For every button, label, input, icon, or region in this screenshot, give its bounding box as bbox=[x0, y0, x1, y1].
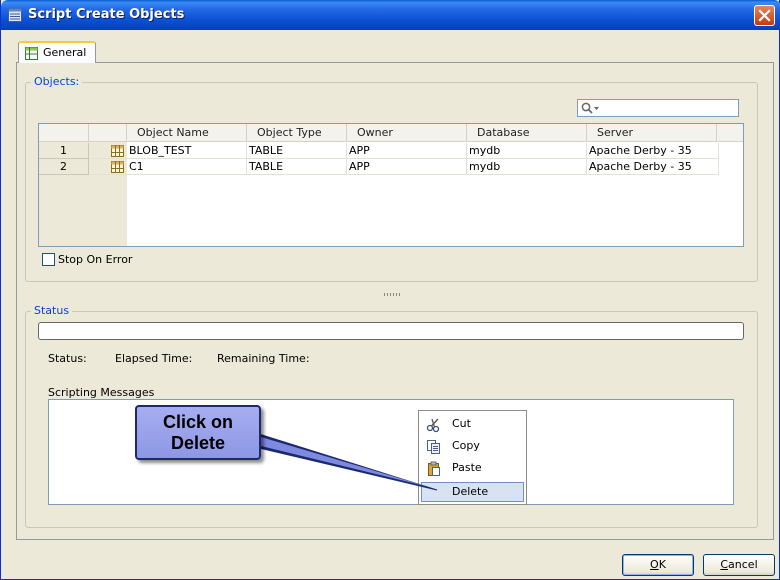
window-title: Script Create Objects bbox=[28, 7, 185, 22]
cell-object-type: TABLE bbox=[247, 159, 347, 175]
cell-server: Apache Derby - 35 bbox=[587, 143, 719, 159]
elapsed-time-label: Elapsed Time: bbox=[115, 352, 193, 365]
table-row[interactable]: 2 C1 TABLE APP mydb Apache Derby - 35 bbox=[39, 159, 743, 175]
menu-item-label: Paste bbox=[452, 461, 482, 474]
tab-general[interactable]: General bbox=[18, 41, 96, 63]
copy-icon bbox=[427, 440, 440, 454]
paste-icon bbox=[428, 461, 440, 476]
row-icon-cell bbox=[89, 143, 127, 159]
menu-item-label: Cut bbox=[452, 417, 471, 430]
cancel-label-suffix: ancel bbox=[728, 558, 758, 571]
objects-legend: Objects: bbox=[31, 75, 83, 88]
column-header-owner[interactable]: Owner bbox=[347, 124, 467, 142]
title-bar[interactable]: Script Create Objects bbox=[1, 0, 780, 30]
column-header-rownum bbox=[39, 124, 89, 142]
row-number: 1 bbox=[39, 143, 89, 159]
ok-label-suffix: K bbox=[658, 558, 666, 571]
table-icon bbox=[111, 145, 124, 157]
progress-bar bbox=[38, 322, 744, 340]
cancel-label-mnemonic: C bbox=[720, 558, 729, 571]
cell-database: mydb bbox=[467, 159, 587, 175]
cell-object-name: C1 bbox=[127, 159, 247, 175]
search-input[interactable] bbox=[577, 99, 739, 117]
status-label: Status: bbox=[48, 352, 87, 365]
cell-object-type: TABLE bbox=[247, 143, 347, 159]
menu-item-label: Copy bbox=[452, 439, 480, 452]
menu-item-delete[interactable]: Delete bbox=[421, 482, 524, 502]
table-row[interactable]: 1 BLOB_TEST TABLE APP mydb Apache Derby … bbox=[39, 143, 743, 159]
menu-item-label: Delete bbox=[452, 485, 489, 498]
cell-database: mydb bbox=[467, 143, 587, 159]
callout-box: Click on Delete bbox=[135, 405, 261, 460]
window-icon bbox=[8, 8, 22, 22]
cell-owner: APP bbox=[347, 143, 467, 159]
column-header-server[interactable]: Server bbox=[587, 124, 717, 142]
cell-owner: APP bbox=[347, 159, 467, 175]
stop-on-error-checkbox[interactable] bbox=[42, 253, 55, 266]
scripting-messages-label: Scripting Messages bbox=[48, 386, 155, 399]
menu-item-paste[interactable]: Paste bbox=[421, 458, 524, 478]
context-menu: Cut Copy Paste Delete bbox=[418, 410, 527, 505]
table-icon bbox=[25, 47, 38, 60]
column-header-icon bbox=[89, 124, 127, 142]
cut-icon bbox=[426, 418, 440, 433]
stop-on-error-label[interactable]: Stop On Error bbox=[58, 253, 132, 266]
callout-line-1: Click on bbox=[162, 412, 233, 432]
row-icon-cell bbox=[89, 159, 127, 175]
column-header-object-type[interactable]: Object Type bbox=[247, 124, 347, 142]
table-icon bbox=[111, 161, 124, 173]
column-header-object-name[interactable]: Object Name bbox=[127, 124, 247, 142]
menu-item-cut[interactable]: Cut bbox=[421, 414, 524, 434]
tab-label: General bbox=[43, 46, 87, 59]
splitter-handle[interactable] bbox=[384, 293, 402, 296]
ok-button[interactable]: OK bbox=[622, 554, 694, 576]
column-header-database[interactable]: Database bbox=[467, 124, 587, 142]
close-icon bbox=[758, 9, 771, 22]
table-header: Object Name Object Type Owner Database S… bbox=[39, 124, 743, 142]
row-number: 2 bbox=[39, 159, 89, 175]
search-icon bbox=[581, 102, 599, 114]
remaining-time-label: Remaining Time: bbox=[217, 352, 310, 365]
cell-object-name: BLOB_TEST bbox=[127, 143, 247, 159]
objects-table[interactable]: Object Name Object Type Owner Database S… bbox=[38, 123, 744, 247]
dialog-window: Script Create Objects General Objects: O… bbox=[0, 0, 780, 580]
status-legend: Status bbox=[31, 304, 73, 317]
cancel-button[interactable]: Cancel bbox=[703, 554, 775, 576]
menu-item-copy[interactable]: Copy bbox=[421, 436, 524, 456]
ok-label-mnemonic: O bbox=[650, 558, 659, 571]
close-button[interactable] bbox=[754, 5, 775, 26]
cell-server: Apache Derby - 35 bbox=[587, 159, 719, 175]
callout-line-2: Delete bbox=[170, 433, 226, 453]
